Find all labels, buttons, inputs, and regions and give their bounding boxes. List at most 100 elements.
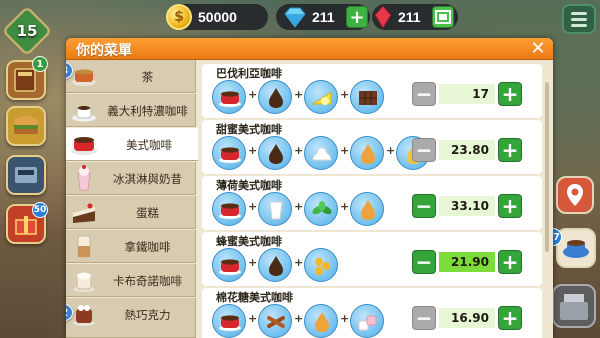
plus-sign: +	[294, 312, 304, 325]
price-control: − 17 +	[412, 82, 522, 108]
main-menu-button[interactable]	[562, 4, 596, 34]
recipe-name: 甜蜜美式咖啡	[216, 123, 282, 136]
cinnamon-icon	[258, 304, 292, 338]
red-mug-icon	[212, 136, 246, 170]
coffee-drop-icon	[258, 80, 292, 114]
cashier-button[interactable]	[6, 155, 46, 195]
menu-modal: 你的菜單 ✕ 茶 義大利特濃咖啡 美式咖啡 冰淇淋與奶昔 蛋糕 拿鐵咖啡 卡布奇…	[66, 38, 553, 338]
food-button[interactable]	[6, 106, 46, 146]
chocolate-icon	[350, 80, 384, 114]
milk-glass-icon	[258, 192, 292, 226]
coin-icon: $	[166, 4, 192, 30]
milkshake-icon	[77, 165, 91, 191]
category-label: 卡布奇諾咖啡	[113, 273, 182, 288]
price-control: − 16.90 +	[412, 306, 522, 332]
diamond-icon	[284, 7, 306, 28]
decrease-price-button[interactable]: −	[412, 194, 436, 218]
decrease-price-button[interactable]: −	[412, 82, 436, 106]
recipe-card: 棉花糖美式咖啡 + + + − 16.90 +	[202, 288, 542, 338]
category-label: 義大利特濃咖啡	[107, 103, 188, 118]
menu-icon	[571, 11, 587, 15]
decrease-price-button[interactable]: −	[412, 250, 436, 274]
plus-sign: +	[294, 88, 304, 101]
price-value: 33.10	[439, 196, 495, 216]
honeycomb-icon	[304, 248, 338, 282]
cash-register-icon	[560, 294, 588, 320]
map-pin-icon	[567, 184, 583, 206]
latte-glass-icon	[77, 235, 91, 258]
decrease-price-button[interactable]: −	[412, 138, 436, 162]
coins-display: $ 50000	[166, 4, 268, 30]
recipe-list: 巴伐利亞咖啡 + + + − 17 + 甜蜜美式咖啡 + + + + − 23.…	[202, 64, 542, 338]
close-button[interactable]: ✕	[529, 40, 547, 58]
rubies-display: 211	[372, 4, 458, 30]
coffee-drop-icon	[258, 136, 292, 170]
whipped-cream-icon	[304, 136, 338, 170]
category-tea[interactable]: 茶	[66, 60, 196, 93]
syrup-drop-icon	[350, 136, 384, 170]
category-espresso[interactable]: 義大利特濃咖啡	[66, 94, 196, 127]
map-button[interactable]	[556, 176, 594, 214]
red-mug-icon	[212, 80, 246, 114]
price-control: − 23.80 +	[412, 138, 522, 164]
cappuccino-icon	[73, 272, 95, 292]
modal-header: 你的菜單 ✕	[66, 38, 553, 60]
category-cappuccino[interactable]: 卡布奇諾咖啡	[66, 264, 196, 297]
plus-sign: +	[340, 312, 350, 325]
exchange-icon	[435, 10, 451, 24]
cup-button[interactable]	[556, 228, 596, 268]
espresso-cup-icon	[72, 106, 96, 122]
coffee-drop-icon	[258, 248, 292, 282]
increase-price-button[interactable]: +	[498, 306, 522, 330]
book-badge: 1	[32, 56, 48, 72]
plus-sign: +	[248, 200, 258, 213]
plus-sign: +	[386, 144, 396, 157]
recipe-name: 巴伐利亞咖啡	[216, 67, 282, 80]
recipe-name: 蜂蜜美式咖啡	[216, 235, 282, 248]
price-value: 16.90	[439, 308, 495, 328]
burger-icon	[14, 116, 38, 134]
recipe-card: 蜂蜜美式咖啡 + + − 21.90 +	[202, 232, 542, 286]
exchange-button[interactable]	[432, 6, 454, 28]
gems-display: 211 +	[276, 4, 370, 30]
tea-cup-icon	[72, 69, 96, 86]
recipe-card: 甜蜜美式咖啡 + + + + − 23.80 +	[202, 120, 542, 174]
coffee-cup-icon	[563, 240, 589, 258]
register-button[interactable]	[552, 284, 596, 328]
modal-title: 你的菜單	[76, 43, 132, 59]
increase-price-button[interactable]: +	[498, 194, 522, 218]
increase-price-button[interactable]: +	[498, 82, 522, 106]
register-icon	[15, 167, 37, 183]
plus-sign: +	[248, 88, 258, 101]
price-control: − 33.10 +	[412, 194, 522, 220]
category-label: 冰淇淋與奶昔	[113, 171, 182, 186]
category-americano[interactable]: 美式咖啡	[66, 128, 198, 161]
cake-icon	[73, 203, 95, 223]
category-latte[interactable]: 拿鐵咖啡	[66, 230, 196, 263]
red-mug-icon	[71, 137, 97, 155]
category-cake[interactable]: 蛋糕	[66, 196, 196, 229]
price-control: − 21.90 +	[412, 250, 522, 276]
category-label: 拿鐵咖啡	[124, 239, 171, 254]
recipe-name: 棉花糖美式咖啡	[216, 291, 293, 304]
category-ice-cream[interactable]: 冰淇淋與奶昔	[66, 162, 196, 195]
recipe-card: 巴伐利亞咖啡 + + + − 17 +	[202, 64, 542, 118]
plus-sign: +	[294, 200, 304, 213]
decrease-price-button[interactable]: −	[412, 306, 436, 330]
category-hot-chocolate[interactable]: 熱巧克力	[66, 298, 196, 338]
increase-price-button[interactable]: +	[498, 250, 522, 274]
increase-price-button[interactable]: +	[498, 138, 522, 162]
add-gems-button[interactable]: +	[346, 6, 368, 28]
price-value: 17	[439, 84, 495, 104]
plus-sign: +	[294, 256, 304, 269]
red-mug-icon	[212, 192, 246, 226]
mint-leaves-icon	[304, 192, 338, 226]
level-number: 15	[16, 22, 38, 40]
recipe-scrollbar[interactable]	[545, 82, 549, 252]
recipe-name: 薄荷美式咖啡	[216, 179, 282, 192]
ruby-icon	[374, 5, 392, 29]
category-label: 熱巧克力	[124, 307, 171, 322]
gift-badge: 50	[32, 202, 48, 218]
marshmallow-icon	[350, 304, 384, 338]
red-mug-icon	[212, 248, 246, 282]
